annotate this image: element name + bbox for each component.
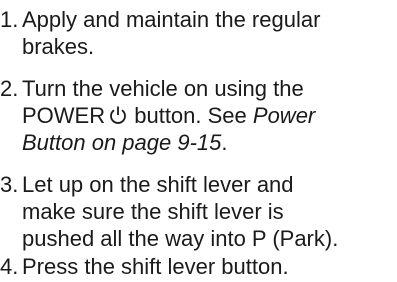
step-number: 2.: [0, 76, 19, 101]
step-text-line: Button on page 9-15.: [22, 129, 397, 156]
step-text: Let up on the shift lever and make sure …: [22, 171, 397, 252]
step-text-line: Turn the vehicle on using the: [22, 76, 304, 101]
step-text-line: Apply and maintain the regular: [22, 7, 321, 32]
step-text-line: POWER button. See Power: [22, 102, 397, 129]
step-text: Press the shift lever button.: [22, 253, 397, 280]
page-reference: Button on page 9-15: [22, 130, 222, 155]
power-label: POWER: [22, 103, 106, 128]
step-text-line: Let up on the shift lever and: [22, 172, 294, 197]
step-text-fragment: .: [221, 130, 228, 155]
step-text: Apply and maintain the regular brakes.: [22, 6, 397, 60]
page-reference: Power: [252, 103, 316, 128]
step-text-line: brakes.: [22, 34, 95, 59]
step-text-line: make sure the shift lever is: [22, 199, 284, 224]
step-number: 4.: [0, 254, 19, 279]
step-number: 1.: [0, 7, 19, 32]
step-text-fragment: button. See: [128, 103, 253, 128]
power-icon: [109, 104, 127, 124]
step-number: 3.: [0, 172, 19, 197]
step-text: Turn the vehicle on using the POWER butt…: [22, 75, 397, 156]
step-text-line: Press the shift lever button.: [22, 254, 289, 279]
step-text-line: pushed all the way into P (Park).: [22, 226, 339, 251]
